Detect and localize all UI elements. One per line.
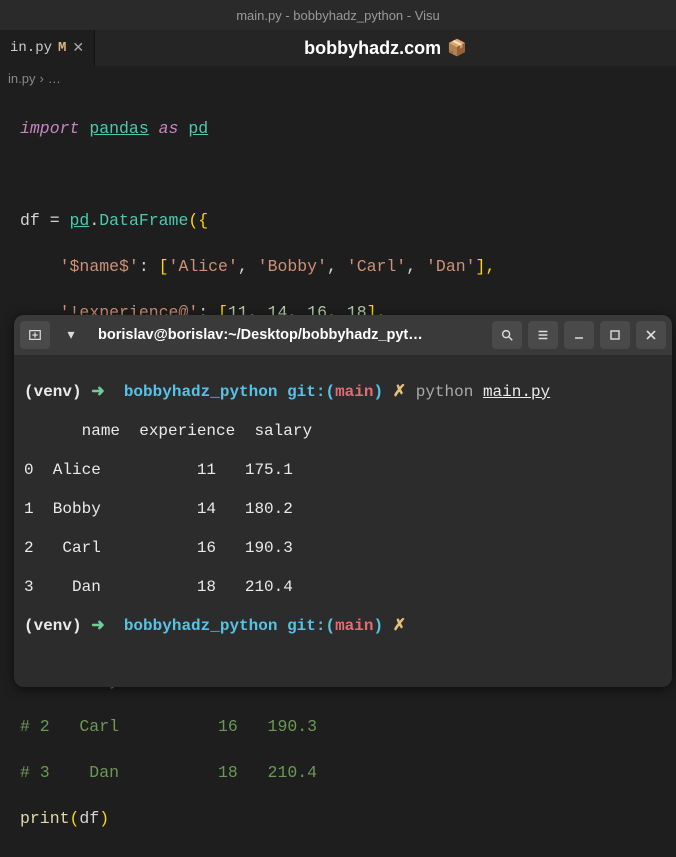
terminal-title: borislav@borislav:~/Desktop/bobbyhadz_py…	[92, 327, 486, 343]
terminal-line: 3 Dan 18 210.4	[24, 578, 662, 598]
code-line: import pandas as pd	[20, 117, 676, 140]
code-line: print(df)	[20, 807, 676, 830]
terminal-line: (venv) ➜ bobbyhadz_python git:(main) ✗	[24, 617, 662, 637]
window-title: main.py - bobbyhadz_python - Visu	[236, 8, 440, 23]
terminal-line: (venv) ➜ bobbyhadz_python git:(main) ✗ p…	[24, 383, 662, 403]
close-button[interactable]	[636, 321, 666, 349]
header-brand: bobbyhadz.com 📦	[95, 30, 676, 66]
breadcrumb-file: in.py	[8, 71, 35, 86]
new-tab-button[interactable]	[20, 321, 50, 349]
breadcrumb[interactable]: in.py › …	[0, 66, 676, 90]
search-icon[interactable]	[492, 321, 522, 349]
code-line	[20, 163, 676, 186]
code-line: df = pd.DataFrame({	[20, 209, 676, 232]
terminal-line: name experience salary	[24, 422, 662, 442]
cube-icon: 📦	[447, 38, 467, 58]
window-titlebar: main.py - bobbyhadz_python - Visu	[0, 0, 676, 30]
terminal-line: 0 Alice 11 175.1	[24, 461, 662, 481]
tab-modified-indicator: M	[58, 40, 66, 56]
terminal-body[interactable]: (venv) ➜ bobbyhadz_python git:(main) ✗ p…	[14, 355, 672, 687]
close-icon[interactable]: ✕	[72, 40, 84, 57]
terminal-line: 2 Carl 16 190.3	[24, 539, 662, 559]
tab-bar: in.py M ✕ bobbyhadz.com 📦	[0, 30, 676, 66]
maximize-button[interactable]	[600, 321, 630, 349]
brand-text: bobbyhadz.com	[304, 38, 441, 59]
menu-icon[interactable]	[528, 321, 558, 349]
chevron-down-icon[interactable]: ▾	[56, 321, 86, 349]
code-line: '$name$': ['Alice', 'Bobby', 'Carl', 'Da…	[20, 255, 676, 278]
code-line: # 2 Carl 16 190.3	[20, 715, 676, 738]
terminal-line: 1 Bobby 14 180.2	[24, 500, 662, 520]
code-line: # 3 Dan 18 210.4	[20, 761, 676, 784]
breadcrumb-rest: …	[48, 71, 61, 86]
chevron-right-icon: ›	[39, 71, 43, 86]
terminal-titlebar: ▾ borislav@borislav:~/Desktop/bobbyhadz_…	[14, 315, 672, 355]
terminal-window: ▾ borislav@borislav:~/Desktop/bobbyhadz_…	[14, 315, 672, 687]
tab-main-py[interactable]: in.py M ✕	[0, 30, 95, 66]
tab-filename: in.py	[10, 40, 52, 56]
minimize-button[interactable]	[564, 321, 594, 349]
